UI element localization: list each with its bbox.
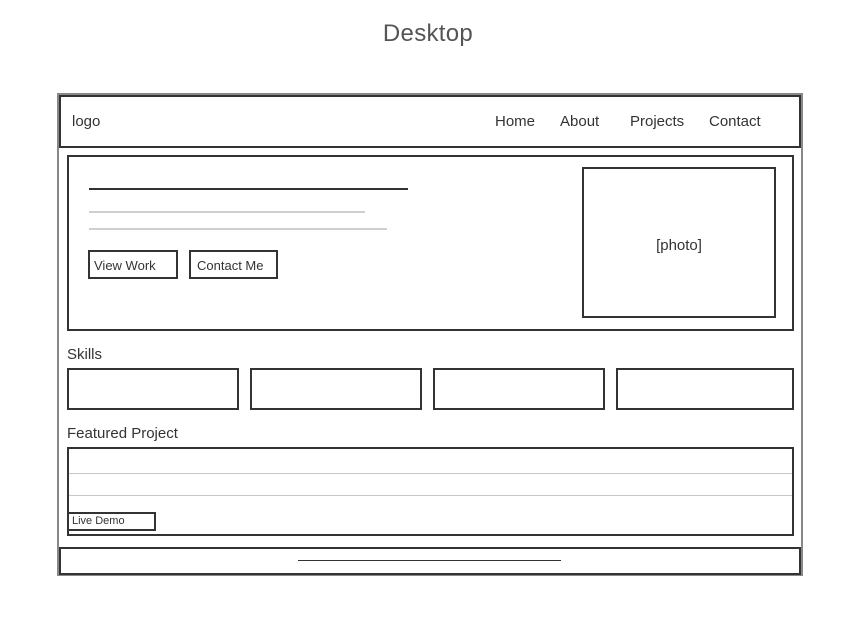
- logo[interactable]: logo: [72, 113, 100, 130]
- footer-text-placeholder: [298, 560, 561, 561]
- hero-photo-placeholder: [photo]: [582, 167, 776, 318]
- nav-projects[interactable]: Projects: [630, 113, 684, 130]
- hero-text-placeholder-2: [89, 228, 387, 230]
- skills-heading: Skills: [67, 346, 103, 363]
- skill-card-3: [433, 368, 605, 410]
- site-header: [59, 95, 801, 148]
- site-footer: [59, 547, 801, 575]
- hero-heading-placeholder: [89, 188, 408, 190]
- live-demo-button[interactable]: Live Demo: [67, 512, 156, 531]
- nav-home[interactable]: Home: [495, 113, 535, 130]
- skill-card-4: [616, 368, 794, 410]
- skill-card-2: [250, 368, 422, 410]
- hero-text-placeholder-1: [89, 211, 365, 213]
- project-divider-2: [69, 495, 792, 496]
- nav-contact[interactable]: Contact: [709, 113, 761, 130]
- view-work-button[interactable]: View Work: [88, 250, 178, 279]
- page-title: Desktop: [382, 20, 474, 47]
- nav-about[interactable]: About: [560, 113, 599, 130]
- project-divider-1: [69, 473, 792, 474]
- featured-project-heading: Featured Project: [67, 425, 178, 442]
- photo-label: [photo]: [656, 237, 702, 254]
- skill-card-1: [67, 368, 239, 410]
- contact-me-button[interactable]: Contact Me: [189, 250, 278, 279]
- featured-project-card: [67, 447, 794, 536]
